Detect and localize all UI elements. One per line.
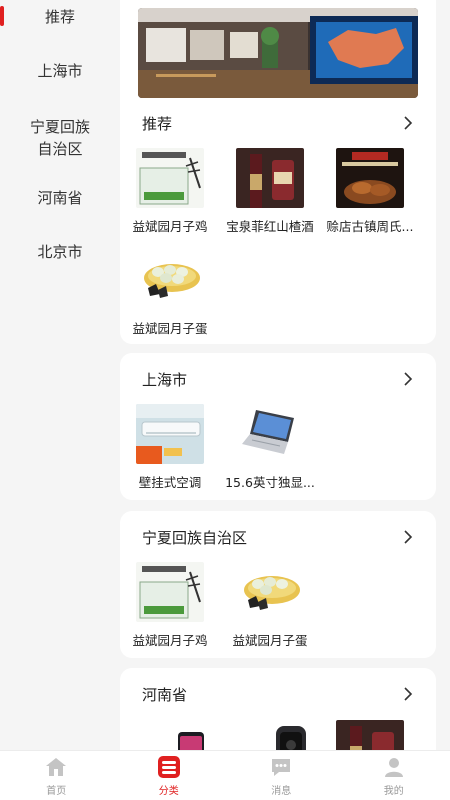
section-card-recommend: 推荐 益斌园月子鸡 宝泉菲红山楂酒 赊店古镇周氏... 益斌园月子蛋	[120, 0, 436, 344]
tab-label: 消息	[271, 785, 292, 797]
showroom-photo	[138, 8, 418, 98]
product-name: 益斌园月子鸡	[132, 219, 208, 234]
product-name: 宝泉菲红山楂酒	[226, 219, 314, 234]
section-card-shanghai: 上海市 壁挂式空调 15.6英寸独显...	[120, 353, 436, 500]
chevron-right-icon	[404, 372, 413, 386]
product-image	[236, 148, 304, 208]
product-name: 益斌园月子蛋	[132, 321, 208, 336]
sidebar-item-shanghai[interactable]: 上海市	[0, 60, 120, 82]
product-image	[136, 562, 204, 622]
section-card-henan: 河南省	[120, 668, 436, 750]
section-header[interactable]: 宁夏回族自治区	[142, 525, 416, 549]
section-header[interactable]: 推荐	[142, 111, 416, 135]
sidebar-item-label: 推荐	[44, 8, 75, 26]
product-item[interactable]: 壁挂式空调	[120, 404, 220, 491]
category-sidebar: 推荐 上海市 宁夏回族自治区 河南省 北京市	[0, 0, 120, 750]
product-item[interactable]: 赊店古镇周氏...	[320, 148, 420, 235]
product-item[interactable]: 15.6英寸独显...	[220, 404, 320, 491]
product-image	[136, 148, 204, 208]
section-title: 河南省	[142, 685, 188, 704]
sidebar-item-beijing[interactable]: 北京市	[0, 241, 120, 263]
sidebar-item-label: 宁夏回族自治区	[29, 118, 90, 158]
product-item[interactable]: 益斌园月子蛋	[120, 250, 220, 337]
product-name: 赊店古镇周氏...	[326, 219, 414, 234]
product-name: 15.6英寸独显...	[225, 475, 315, 490]
section-title: 推荐	[142, 114, 173, 133]
sidebar-item-label: 北京市	[37, 243, 83, 261]
chevron-right-icon	[404, 687, 413, 701]
sidebar-item-henan[interactable]: 河南省	[0, 187, 120, 209]
product-item[interactable]: 益斌园月子鸡	[120, 562, 220, 649]
profile-icon	[384, 757, 403, 777]
product-item[interactable]	[136, 720, 236, 750]
section-title: 上海市	[142, 370, 188, 389]
tab-label: 我的	[383, 785, 404, 797]
home-icon	[46, 757, 67, 776]
product-image	[236, 404, 304, 464]
product-image	[152, 720, 220, 750]
sidebar-item-recommend[interactable]: 推荐	[0, 6, 120, 28]
product-image	[336, 148, 404, 208]
product-image	[136, 404, 204, 464]
sidebar-item-label: 上海市	[37, 62, 83, 80]
chevron-right-icon	[404, 530, 413, 544]
product-name: 壁挂式空调	[138, 475, 202, 490]
message-icon	[272, 758, 291, 776]
section-title: 宁夏回族自治区	[142, 528, 248, 547]
section-card-ningxia: 宁夏回族自治区 益斌园月子鸡 益斌园月子蛋	[120, 511, 436, 658]
product-name: 益斌园月子蛋	[232, 633, 308, 648]
product-image	[136, 250, 204, 310]
product-image	[252, 720, 320, 750]
tab-profile[interactable]: 我的	[338, 751, 450, 800]
category-icon	[157, 755, 180, 778]
tab-label: 首页	[46, 785, 67, 797]
product-item[interactable]: 益斌园月子蛋	[220, 562, 320, 649]
sidebar-item-label: 河南省	[37, 189, 83, 207]
section-header[interactable]: 河南省	[142, 682, 416, 706]
sidebar-item-ningxia[interactable]: 宁夏回族自治区	[0, 116, 120, 160]
section-header[interactable]: 上海市	[142, 367, 416, 391]
category-content: 推荐 益斌园月子鸡 宝泉菲红山楂酒 赊店古镇周氏... 益斌园月子蛋 上海市 壁…	[120, 0, 438, 750]
tab-messages[interactable]: 消息	[225, 751, 338, 800]
banner-image[interactable]	[138, 8, 418, 98]
chevron-right-icon	[404, 116, 413, 130]
product-item[interactable]: 益斌园月子鸡	[120, 148, 220, 235]
product-item[interactable]: 宝泉菲红山楂酒	[220, 148, 320, 235]
tab-label: 分类	[158, 785, 179, 797]
product-image	[336, 720, 404, 750]
product-name: 益斌园月子鸡	[132, 633, 208, 648]
tab-home[interactable]: 首页	[0, 751, 113, 800]
product-image	[236, 562, 304, 622]
tab-category[interactable]: 分类	[113, 751, 226, 800]
product-item[interactable]	[320, 720, 420, 750]
bottom-tab-bar: 首页 分类 消息 我的	[0, 750, 450, 800]
